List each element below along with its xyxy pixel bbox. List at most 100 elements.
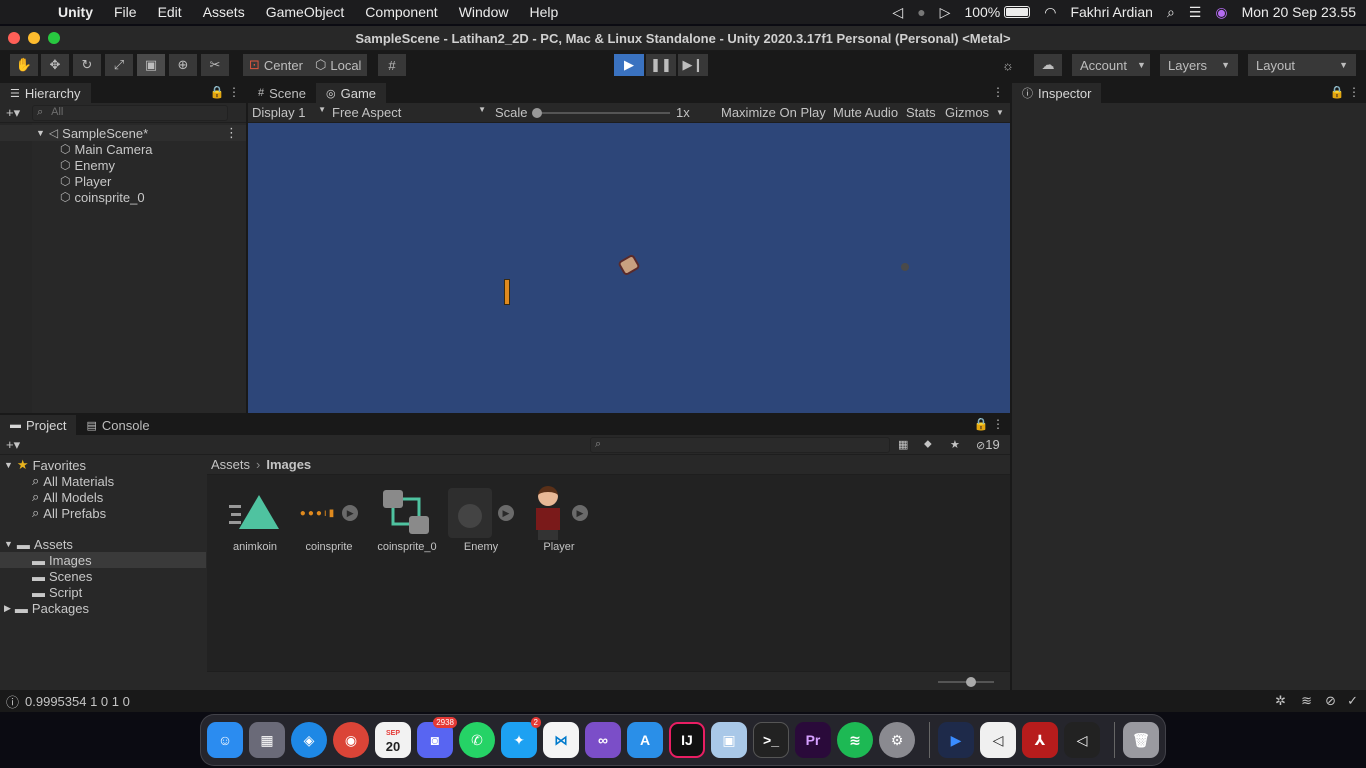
record-icon[interactable]: ● bbox=[917, 4, 925, 20]
control-center-icon[interactable]: ☰ bbox=[1189, 4, 1202, 21]
expand-arrow-icon[interactable]: ▼ bbox=[4, 460, 13, 470]
hierarchy-item[interactable]: ⬡ Player bbox=[0, 173, 246, 189]
breadcrumb-images[interactable]: Images bbox=[266, 457, 311, 472]
custom-tool-icon[interactable]: ✂ bbox=[201, 54, 229, 76]
stats-toggle[interactable]: Stats bbox=[906, 105, 936, 120]
tab-console[interactable]: ▤ Console bbox=[76, 415, 159, 435]
favorite-star-icon[interactable]: ★ bbox=[950, 438, 960, 451]
favorites-item[interactable]: ⌕ All Models bbox=[0, 489, 206, 505]
create-button[interactable]: +▾ bbox=[6, 105, 20, 121]
intellij-icon[interactable]: IJ bbox=[669, 722, 705, 758]
auto-generate-lighting-icon[interactable]: ⊘ bbox=[1325, 693, 1336, 709]
menu-window[interactable]: Window bbox=[459, 4, 509, 20]
folder-item-script[interactable]: ▬ Script bbox=[0, 584, 206, 600]
siri-icon[interactable]: ◉ bbox=[1215, 4, 1227, 21]
move-tool-icon[interactable]: ✥ bbox=[41, 54, 69, 76]
menu-component[interactable]: Component bbox=[365, 4, 437, 20]
rotate-tool-icon[interactable]: ↻ bbox=[73, 54, 101, 76]
project-search-input[interactable] bbox=[590, 436, 890, 453]
virtualbox-icon[interactable]: ▣ bbox=[711, 722, 747, 758]
filter-label-icon[interactable]: ⬥ bbox=[924, 438, 932, 451]
hierarchy-search-input[interactable]: All bbox=[32, 104, 229, 121]
minimize-window-button[interactable] bbox=[28, 32, 40, 44]
premiere-icon[interactable]: Pr bbox=[795, 722, 831, 758]
gizmos-toggle[interactable]: Gizmos bbox=[945, 105, 989, 120]
unity-editor-icon[interactable]: ◁ bbox=[1064, 722, 1100, 758]
app-store-icon[interactable]: A bbox=[627, 722, 663, 758]
grid-snap-icon[interactable]: # bbox=[378, 54, 406, 76]
play-button[interactable]: ▶ bbox=[614, 54, 644, 76]
status-message[interactable]: 0.9995354 1 0 1 0 bbox=[25, 694, 130, 709]
transform-tool-icon[interactable]: ⊕ bbox=[169, 54, 197, 76]
scene-menu-icon[interactable]: ⋮ bbox=[225, 125, 238, 141]
maximize-on-play-toggle[interactable]: Maximize On Play bbox=[721, 105, 826, 120]
terminal-icon[interactable]: >_ bbox=[753, 722, 789, 758]
scale-slider[interactable] bbox=[534, 112, 670, 114]
thumbnail-size-slider-thumb[interactable] bbox=[966, 677, 976, 687]
menu-edit[interactable]: Edit bbox=[158, 4, 182, 20]
debug-icon[interactable]: ✲ bbox=[1275, 693, 1286, 709]
vscode-icon[interactable]: ⋈ bbox=[543, 722, 579, 758]
folder-item-images[interactable]: ▬ Images bbox=[0, 552, 206, 568]
assets-folder-row[interactable]: ▼ ▬ Assets bbox=[0, 536, 206, 552]
pivot-center-toggle[interactable]: ⊡ Center bbox=[243, 54, 309, 76]
layers-dropdown[interactable]: Layers ▼ bbox=[1160, 54, 1238, 76]
menu-app-name[interactable]: Unity bbox=[58, 4, 93, 20]
zoom-window-button[interactable] bbox=[48, 32, 60, 44]
display-dropdown[interactable]: Display 1 ▼ bbox=[252, 105, 326, 120]
cache-server-icon[interactable]: ≋ bbox=[1301, 693, 1312, 709]
discord-icon[interactable]: ◙ 2938 bbox=[417, 717, 457, 758]
aspect-dropdown[interactable]: Free Aspect ▼ bbox=[332, 105, 486, 120]
pivot-space-toggle[interactable]: ⬡ Local bbox=[309, 54, 368, 76]
hand-tool-icon[interactable]: ✋ bbox=[10, 54, 38, 76]
clock[interactable]: Mon 20 Sep 23.55 bbox=[1242, 4, 1356, 20]
battery-icon[interactable] bbox=[1004, 6, 1031, 18]
hierarchy-item[interactable]: ⬡ Main Camera bbox=[0, 141, 246, 157]
account-dropdown[interactable]: Account ▼ bbox=[1072, 54, 1150, 76]
rect-tool-icon[interactable]: ▣ bbox=[137, 54, 165, 76]
hierarchy-item[interactable]: ⬡ Enemy bbox=[0, 157, 246, 173]
system-preferences-icon[interactable]: ⚙ bbox=[879, 722, 915, 758]
favorites-row[interactable]: ▼ ★ Favorites bbox=[0, 457, 206, 473]
expand-arrow-icon[interactable]: ▼ bbox=[4, 539, 13, 549]
acrobat-icon[interactable]: ⅄ bbox=[1022, 722, 1058, 758]
scale-slider-thumb[interactable] bbox=[532, 108, 542, 118]
expand-sprite-icon[interactable]: ▶ bbox=[572, 505, 588, 521]
close-window-button[interactable] bbox=[8, 32, 20, 44]
safari-icon[interactable]: ◈ bbox=[291, 722, 327, 758]
hierarchy-item[interactable]: ⬡ coinsprite_0 bbox=[0, 189, 246, 205]
whatsapp-icon[interactable]: ✆ bbox=[459, 722, 495, 758]
visual-studio-icon[interactable]: ∞ bbox=[585, 722, 621, 758]
calendar-icon[interactable]: SEP 20 bbox=[375, 722, 411, 758]
panel-menu-icon[interactable]: 🔒 ⋮ bbox=[210, 85, 240, 99]
tab-game[interactable]: ◎ Game bbox=[316, 83, 387, 103]
packages-folder-row[interactable]: ▶ ▬ Packages bbox=[0, 600, 206, 616]
asset-item[interactable]: ●●●ı▮ ▶ coinsprite bbox=[289, 485, 369, 553]
twitter-icon[interactable]: ✦ 2 bbox=[501, 717, 541, 758]
expand-arrow-icon[interactable]: ▶ bbox=[4, 603, 11, 614]
asset-item[interactable]: coinsprite_0 bbox=[367, 485, 447, 553]
game-view[interactable] bbox=[248, 123, 1010, 413]
panel-menu-icon[interactable]: ⋮ bbox=[992, 85, 1004, 99]
collab-icon[interactable]: ☼ bbox=[994, 54, 1022, 76]
menu-gameobject[interactable]: GameObject bbox=[266, 4, 345, 20]
asset-item[interactable]: animkoin bbox=[215, 485, 295, 553]
spotlight-search-icon[interactable]: ⌕ bbox=[1167, 4, 1175, 21]
favorites-item[interactable]: ⌕ All Materials bbox=[0, 473, 206, 489]
trash-icon[interactable]: 🗑 bbox=[1123, 722, 1159, 758]
tab-hierarchy[interactable]: ☰ Hierarchy bbox=[0, 83, 91, 103]
expand-arrow-icon[interactable]: ▼ bbox=[36, 128, 45, 138]
filter-type-icon[interactable]: ▦ bbox=[898, 438, 908, 451]
wifi-icon[interactable]: ◠ bbox=[1044, 4, 1056, 21]
user-name[interactable]: Fakhri Ardian bbox=[1070, 4, 1152, 20]
folder-item-scenes[interactable]: ▬ Scenes bbox=[0, 568, 206, 584]
layout-dropdown[interactable]: Layout ▼ bbox=[1248, 54, 1356, 76]
panel-menu-icon[interactable]: 🔒 ⋮ bbox=[1330, 85, 1360, 99]
menu-file[interactable]: File bbox=[114, 4, 137, 20]
unity-hub-icon[interactable]: ◁ bbox=[980, 722, 1016, 758]
scale-tool-icon[interactable]: ⤢ bbox=[105, 54, 133, 76]
finder-icon[interactable]: ☺ bbox=[207, 722, 243, 758]
tab-scene[interactable]: # Scene bbox=[248, 83, 316, 103]
spotify-icon[interactable]: ≋ bbox=[837, 722, 873, 758]
panel-menu-icon[interactable]: 🔒 ⋮ bbox=[974, 417, 1004, 431]
